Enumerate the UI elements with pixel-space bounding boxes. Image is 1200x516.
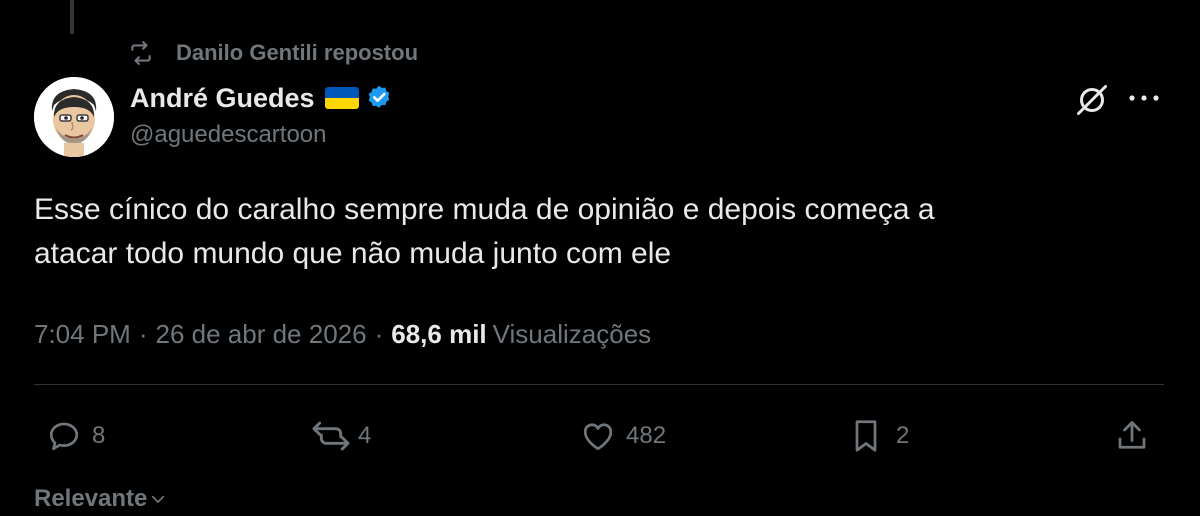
bookmark-button[interactable]: 2 [850,418,909,454]
views-label[interactable]: Visualizações [493,319,652,350]
tweet-text-line-1: Esse cínico do caralho sempre muda de op… [34,193,935,226]
like-count: 482 [626,422,667,449]
divider [34,384,1164,385]
like-button[interactable]: 482 [580,418,666,454]
author-name-row[interactable]: André Guedes [130,80,393,116]
sort-dropdown[interactable]: Relevante [34,484,167,514]
chevron-down-icon [149,490,167,508]
tweet-meta: 7:04 PM · 26 de abr de 2026 · 68,6 mil V… [34,314,651,354]
sort-label: Relevante [34,485,148,512]
thread-connector-line [70,0,74,34]
heart-icon [580,418,616,454]
avatar[interactable] [34,77,114,157]
repost-action-icon [310,418,352,454]
share-icon [1114,418,1150,454]
repost-indicator[interactable]: Danilo Gentili repostou [128,38,418,68]
reply-count: 8 [92,422,106,449]
share-button[interactable] [1114,418,1150,454]
more-options-icon[interactable] [1124,82,1164,114]
reply-icon [46,418,82,454]
meta-separator: · [138,318,148,349]
tweet-text-line-2: atacar todo mundo que não muda junto com… [34,237,672,270]
bookmark-icon [850,418,882,454]
ukraine-flag-icon [324,87,359,109]
repost-button[interactable]: 4 [310,418,371,454]
tweet-date[interactable]: 26 de abr de 2026 [156,319,367,350]
tweet-text: Esse cínico do caralho sempre muda de op… [34,188,1154,276]
tweet-time[interactable]: 7:04 PM [34,319,131,350]
verified-badge-icon[interactable] [365,84,393,112]
views-count: 68,6 mil [391,318,487,349]
repost-text: Danilo Gentili repostou [176,40,419,65]
bookmark-count: 2 [896,422,910,449]
reply-button[interactable]: 8 [46,418,105,454]
repost-icon [128,40,154,66]
repost-count: 4 [358,422,372,449]
author-handle[interactable]: @aguedescartoon [130,121,327,149]
author-display-name[interactable]: André Guedes [130,83,315,114]
grok-icon[interactable] [1072,80,1112,120]
meta-separator: · [374,318,384,349]
